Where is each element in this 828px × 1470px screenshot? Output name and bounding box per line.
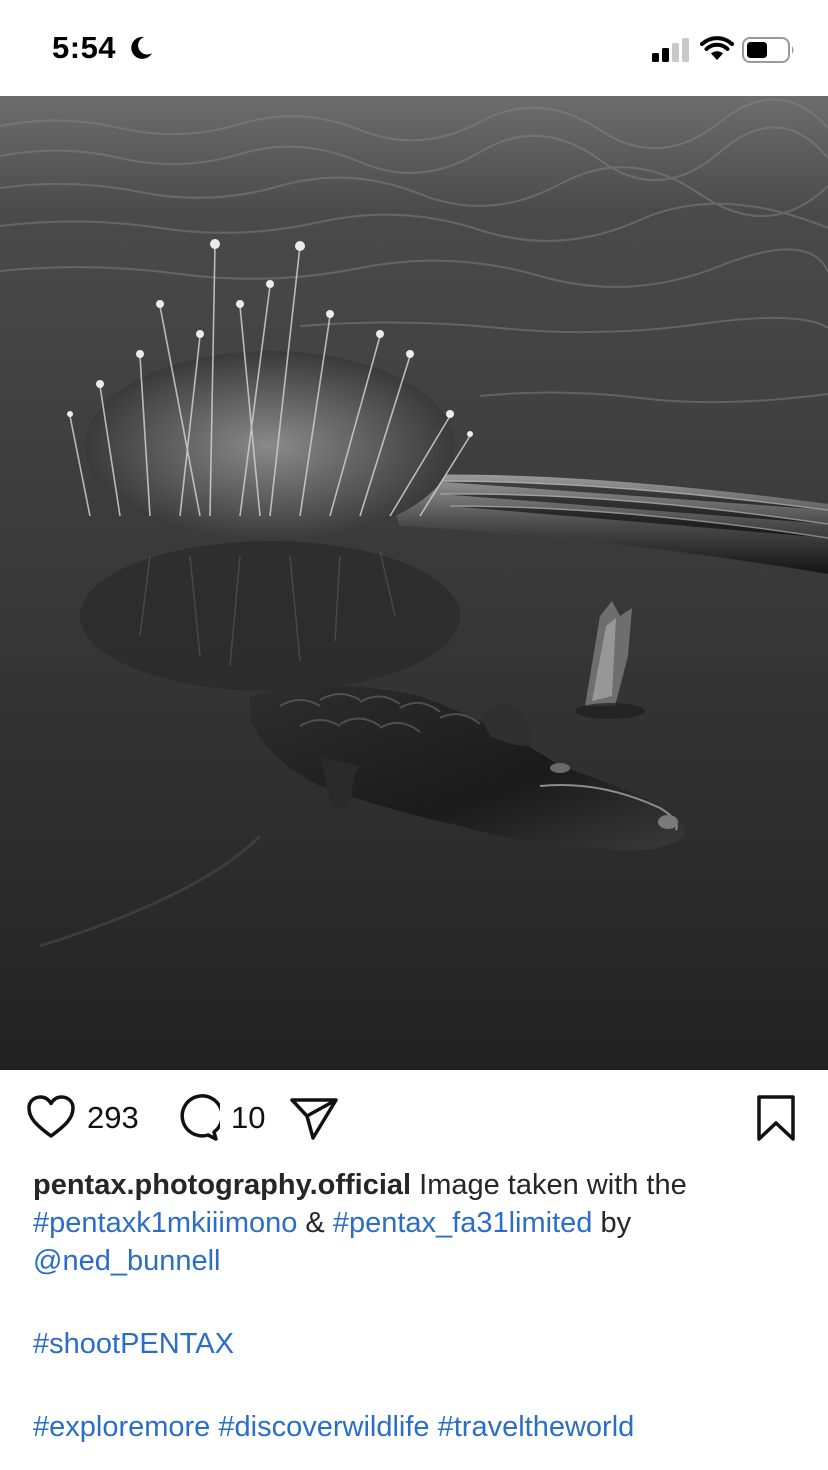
hashtag-shootpentax[interactable]: #shootPENTAX [33, 1328, 234, 1360]
status-time: 5:54 [52, 30, 117, 65]
hashtag-pentaxk1mkiiimono[interactable]: #pentaxk1mkiiimono [33, 1207, 297, 1239]
paper-plane-icon[interactable] [289, 1096, 339, 1140]
mention-ned-bunnell[interactable]: @ned_bunnell [33, 1245, 220, 1277]
status-bar: 5:54 [0, 0, 828, 96]
heart-icon[interactable] [26, 1094, 76, 1140]
like-count[interactable]: 293 [87, 1100, 139, 1136]
comment-count[interactable]: 10 [231, 1100, 265, 1136]
hashtag-pentax-fa31limited[interactable]: #pentax_fa31limited [333, 1207, 593, 1239]
post-photo[interactable] [0, 96, 828, 1070]
post-actions: 293 10 [0, 1072, 828, 1162]
hashtag-discoverwildlife[interactable]: #discoverwildlife [218, 1411, 429, 1443]
caption-gap [33, 1363, 803, 1408]
wifi-icon [700, 36, 734, 60]
hashtag-traveltheworld[interactable]: #traveltheworld [438, 1411, 635, 1443]
post-caption: pentax.photography.official Image taken … [33, 1166, 803, 1446]
caption-line-tags: #exploremore #discoverwildlife #travelth… [33, 1408, 803, 1446]
caption-by: by [592, 1207, 632, 1239]
hashtag-exploremore[interactable]: #exploremore [33, 1411, 210, 1443]
alligator-photo [0, 96, 828, 1070]
comment-icon[interactable] [172, 1094, 220, 1142]
caption-line-shoot: #shootPENTAX [33, 1325, 803, 1363]
caption-text: Image taken with the [411, 1169, 687, 1201]
post-username[interactable]: pentax.photography.official [33, 1169, 411, 1201]
battery-icon [742, 37, 794, 63]
moon-icon [131, 36, 152, 59]
caption-gap [33, 1280, 803, 1325]
signal-icon [652, 38, 689, 62]
caption-amp: & [297, 1207, 333, 1239]
caption-line: pentax.photography.official Image taken … [33, 1166, 803, 1280]
bookmark-icon[interactable] [754, 1094, 798, 1142]
